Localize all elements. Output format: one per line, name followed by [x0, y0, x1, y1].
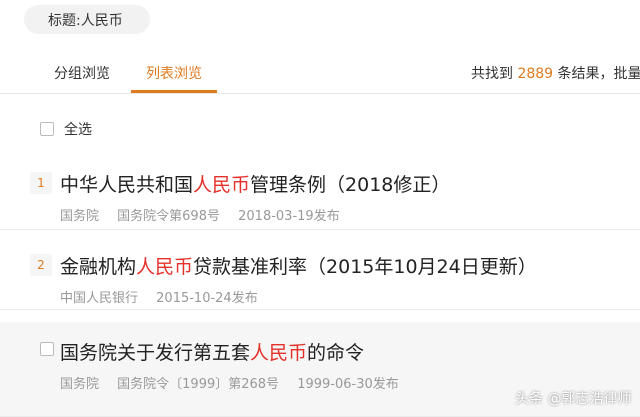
- watermark: 头条 @郭志浩律师: [515, 391, 632, 407]
- tab-list-view[interactable]: 列表浏览: [146, 63, 202, 83]
- meta-issuer: 中国人民银行: [60, 291, 139, 306]
- meta-issuer: 国务院: [60, 209, 100, 224]
- title-part: 管理条例（2018修正）: [250, 174, 451, 196]
- select-all-label: 全选: [64, 122, 92, 138]
- title-highlight: 人民币: [136, 256, 194, 278]
- title-part: 的命令: [307, 342, 365, 364]
- result-index: 1: [30, 172, 52, 194]
- result-title[interactable]: 中华人民共和国人民币管理条例（2018修正）: [60, 170, 450, 197]
- title-part: 金融机构: [60, 256, 137, 278]
- result-meta: 国务院 国务院令〔1999〕第268号 1999-06-30发布: [60, 373, 413, 392]
- result-meta: 国务院 国务院令第698号 2018-03-19发布: [60, 205, 354, 224]
- meta-doc-number: 国务院令第698号: [117, 209, 220, 224]
- select-all-checkbox[interactable]: [40, 122, 54, 136]
- tab-group-view[interactable]: 分组浏览: [54, 63, 110, 83]
- title-highlight: 人民币: [250, 342, 308, 364]
- result-title[interactable]: 国务院关于发行第五套人民币的命令: [60, 338, 364, 365]
- title-part: 贷款基准利率（2015年10月24日更新）: [193, 256, 537, 278]
- meta-date: 2018-03-19发布: [238, 209, 340, 224]
- title-part: 中华人民共和国: [60, 174, 194, 196]
- meta-issuer: 国务院: [60, 377, 100, 392]
- summary-prefix: 共找到: [471, 66, 513, 82]
- select-all[interactable]: 全选: [40, 119, 92, 139]
- meta-doc-number: 国务院令〔1999〕第268号: [117, 377, 280, 392]
- title-highlight: 人民币: [193, 174, 251, 196]
- filter-chip[interactable]: 标题:人民币: [24, 5, 150, 34]
- result-meta: 中国人民银行 2015-10-24发布: [60, 287, 272, 306]
- summary-suffix: 条结果，批量: [557, 66, 640, 82]
- active-tab-indicator: [131, 90, 217, 93]
- title-part: 国务院关于发行第五套: [60, 342, 251, 364]
- meta-date: 2015-10-24发布: [156, 291, 258, 306]
- result-index: 2: [30, 254, 52, 276]
- result-title[interactable]: 金融机构人民币贷款基准利率（2015年10月24日更新）: [60, 252, 537, 279]
- meta-date: 1999-06-30发布: [297, 377, 399, 392]
- result-checkbox[interactable]: [40, 342, 54, 356]
- result-count: 2889: [517, 66, 554, 82]
- result-summary: 共找到 2889 条结果，批量: [471, 63, 640, 83]
- result-row: 2 金融机构人民币贷款基准利率（2015年10月24日更新） 中国人民银行 20…: [0, 240, 640, 310]
- result-row: 1 中华人民共和国人民币管理条例（2018修正） 国务院 国务院令第698号 2…: [0, 160, 640, 230]
